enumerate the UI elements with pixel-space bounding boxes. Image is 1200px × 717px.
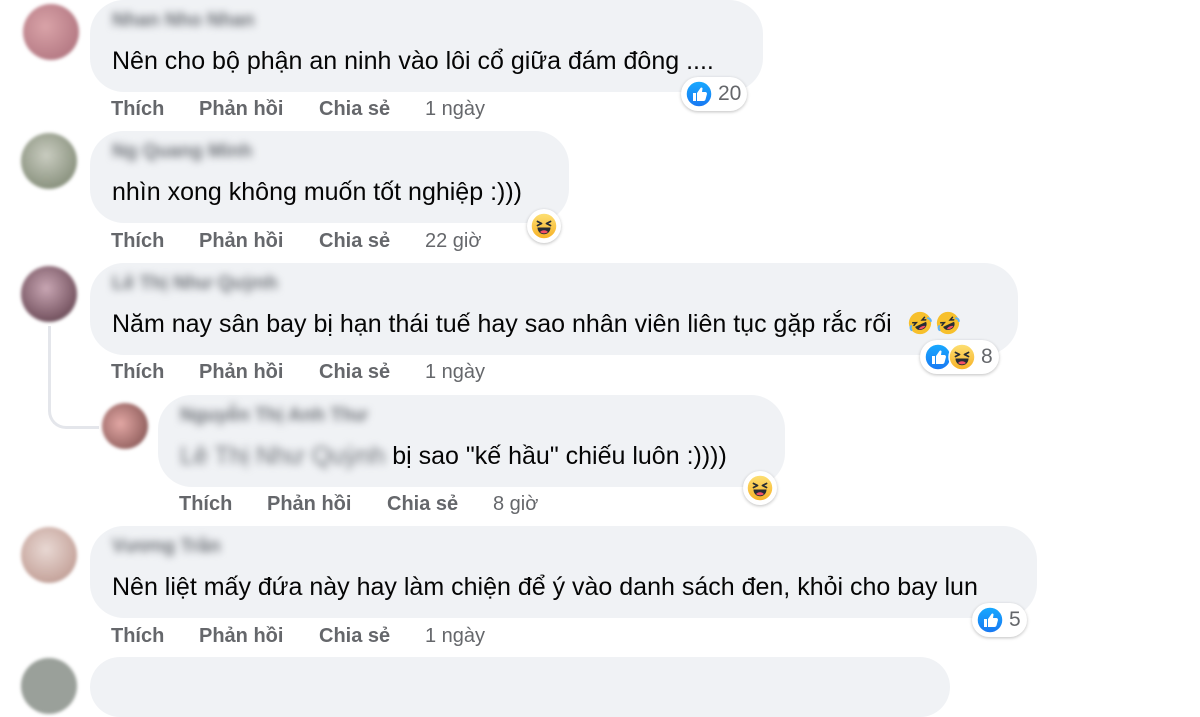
reaction-count: 5 <box>1009 608 1021 631</box>
haha-icon <box>948 343 976 371</box>
like-button[interactable]: Thích <box>111 625 164 648</box>
comment-text-body: bị sao "kế hầu" chiếu luôn :)))) <box>385 442 727 470</box>
avatar[interactable] <box>23 4 79 60</box>
avatar[interactable] <box>21 133 77 189</box>
share-button[interactable]: Chia sẻ <box>319 98 390 121</box>
like-icon <box>685 80 713 108</box>
reaction-summary[interactable] <box>743 471 777 505</box>
comment-bubble: Nguyễn Thị Anh Thư Lê Thị Như Quỳnh bị s… <box>158 395 785 487</box>
comment-text: Lê Thị Như Quỳnh bị sao "kế hầu" chiếu l… <box>180 441 727 471</box>
comment-bubble: Vương Trần Nên liệt mấy đứa này hay làm … <box>90 526 1037 618</box>
comment-author[interactable]: Lê Thị Như Quỳnh <box>112 273 278 295</box>
comment-timestamp[interactable]: 1 ngày <box>425 361 485 384</box>
reaction-summary[interactable]: 5 <box>972 603 1027 637</box>
avatar[interactable] <box>21 527 77 583</box>
comment-text: Năm nay sân bay bị hạn thái tuế hay sao … <box>112 309 961 339</box>
haha-icon <box>530 212 558 240</box>
like-button[interactable]: Thích <box>179 493 232 516</box>
avatar[interactable] <box>21 266 77 322</box>
comment-timestamp[interactable]: 1 ngày <box>425 98 485 121</box>
like-button[interactable]: Thích <box>111 361 164 384</box>
share-button[interactable]: Chia sẻ <box>319 230 390 253</box>
comment-text-body: Năm nay sân bay bị hạn thái tuế hay sao … <box>112 310 892 338</box>
comment-bubble: Ng Quang Minh nhìn xong không muốn tốt n… <box>90 131 569 223</box>
reply-thread-connector <box>48 326 99 429</box>
comment-author[interactable]: Ng Quang Minh <box>112 141 252 163</box>
like-icon <box>976 606 1004 634</box>
reaction-summary[interactable] <box>527 209 561 243</box>
comment-bubble: Nhan Nho Nhan Nên cho bộ phận an ninh và… <box>90 0 763 92</box>
reaction-count: 20 <box>718 82 742 105</box>
avatar[interactable] <box>102 403 148 449</box>
rofl-emoji <box>935 310 961 336</box>
share-button[interactable]: Chia sẻ <box>319 625 390 648</box>
reaction-summary[interactable]: 20 <box>681 77 748 111</box>
like-button[interactable]: Thích <box>111 98 164 121</box>
reaction-count: 8 <box>981 345 993 368</box>
share-button[interactable]: Chia sẻ <box>387 493 458 516</box>
comment-timestamp[interactable]: 8 giờ <box>493 493 538 516</box>
comment-timestamp[interactable]: 22 giờ <box>425 230 481 253</box>
comment-text: nhìn xong không muốn tốt nghiệp :))) <box>112 178 522 206</box>
share-button[interactable]: Chia sẻ <box>319 361 390 384</box>
comment-text: Nên liệt mấy đứa này hay làm chiện để ý … <box>112 573 978 601</box>
reply-button[interactable]: Phản hồi <box>199 230 283 253</box>
comment-author[interactable]: Nhan Nho Nhan <box>112 10 255 32</box>
comment-author[interactable]: Nguyễn Thị Anh Thư <box>180 405 367 427</box>
rofl-emoji <box>907 310 933 336</box>
comment-author[interactable]: Vương Trần <box>112 536 221 558</box>
reaction-summary[interactable]: 8 <box>920 340 999 374</box>
reply-button[interactable]: Phản hồi <box>199 361 283 384</box>
like-button[interactable]: Thích <box>111 230 164 253</box>
haha-icon <box>746 474 774 502</box>
comment-bubble: Lê Thị Như Quỳnh Năm nay sân bay bị hạn … <box>90 263 1018 355</box>
comment-text: Nên cho bộ phận an ninh vào lôi cổ giữa … <box>112 47 714 75</box>
comment-timestamp[interactable]: 1 ngày <box>425 625 485 648</box>
next-comment-bubble <box>90 657 950 717</box>
next-comment-avatar[interactable] <box>21 658 77 714</box>
reply-button[interactable]: Phản hồi <box>199 625 283 648</box>
reply-button[interactable]: Phản hồi <box>199 98 283 121</box>
mention-tag[interactable]: Lê Thị Như Quỳnh <box>180 442 385 470</box>
reply-button[interactable]: Phản hồi <box>267 493 351 516</box>
